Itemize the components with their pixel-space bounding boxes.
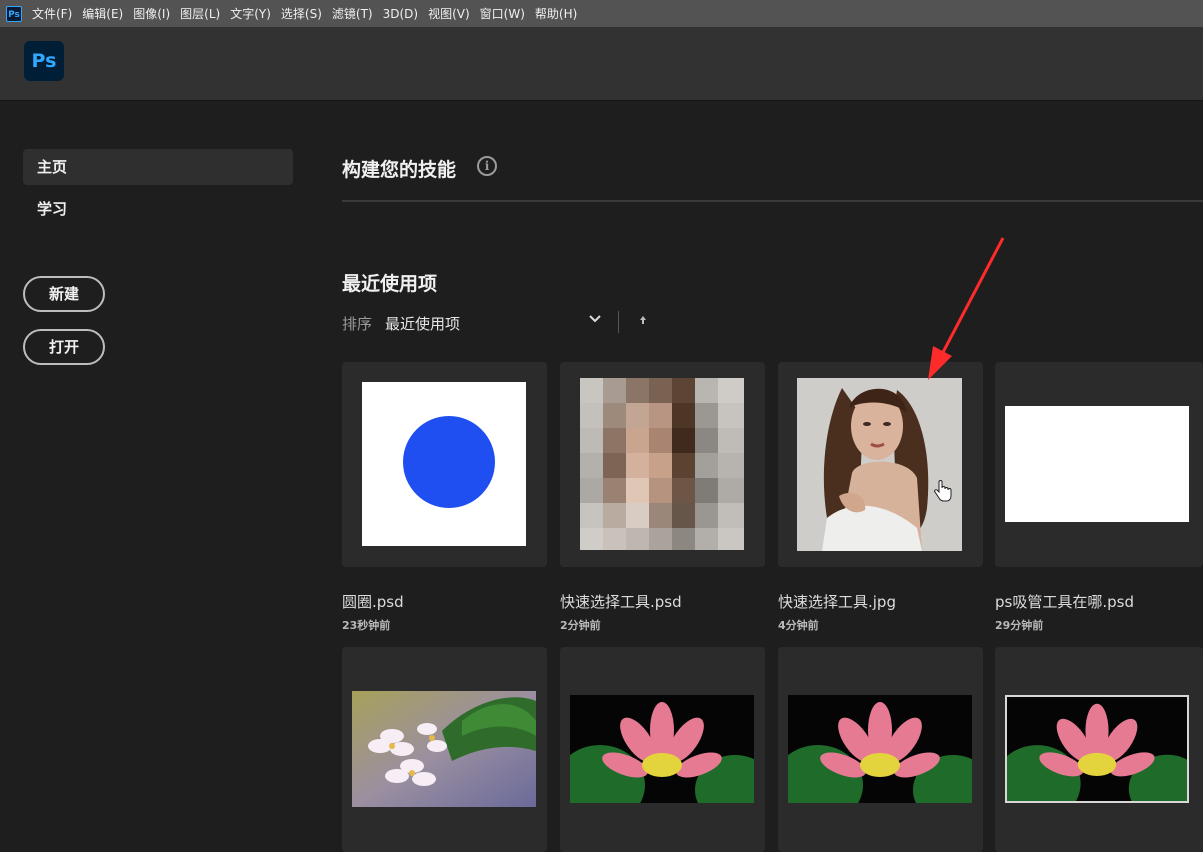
file-thumbnail	[788, 695, 972, 803]
menu-filter[interactable]: 滤镜(T)	[332, 5, 373, 22]
menu-layer[interactable]: 图层(L)	[180, 5, 220, 22]
recent-file-card[interactable]	[342, 362, 547, 567]
sort-separator	[618, 311, 619, 333]
menu-select[interactable]: 选择(S)	[281, 5, 322, 22]
app-header: Ps	[0, 27, 1203, 101]
sidebar-item-home[interactable]: 主页	[23, 149, 293, 185]
file-thumbnail	[362, 382, 526, 546]
photoshop-logo: Ps	[24, 41, 64, 81]
file-thumbnail	[352, 691, 536, 807]
file-thumbnail	[570, 695, 754, 803]
menu-help[interactable]: 帮助(H)	[535, 5, 577, 22]
file-thumbnail	[797, 378, 962, 551]
file-name[interactable]: 圆圈.psd	[342, 591, 404, 612]
file-time: 2分钟前	[560, 619, 601, 632]
file-time: 23秒钟前	[342, 619, 391, 632]
sort-direction-arrow-up-icon[interactable]	[636, 313, 650, 327]
file-thumbnail	[1005, 406, 1189, 522]
sidebar-item-learn[interactable]: 学习	[23, 191, 293, 227]
info-icon[interactable]: i	[477, 156, 497, 176]
chevron-down-icon[interactable]	[586, 310, 604, 328]
file-thumbnail	[1005, 695, 1189, 803]
section-divider	[342, 200, 1203, 202]
recent-file-card[interactable]	[560, 647, 765, 852]
recent-title: 最近使用项	[342, 273, 438, 295]
sort-dropdown[interactable]: 最近使用项	[385, 313, 460, 334]
menu-3d[interactable]: 3D(D)	[383, 7, 418, 21]
recent-file-card[interactable]	[778, 362, 983, 567]
file-thumbnail	[580, 378, 744, 550]
photoshop-app-icon[interactable]: Ps	[6, 5, 22, 22]
skills-title: 构建您的技能	[342, 159, 457, 181]
menu-window[interactable]: 窗口(W)	[480, 5, 525, 22]
recent-file-card[interactable]	[995, 362, 1203, 567]
recent-file-card[interactable]	[560, 362, 765, 567]
file-time: 4分钟前	[778, 619, 819, 632]
menu-view[interactable]: 视图(V)	[428, 5, 470, 22]
recent-file-card[interactable]	[778, 647, 983, 852]
menu-bar: Ps 文件(F) 编辑(E) 图像(I) 图层(L) 文字(Y) 选择(S) 滤…	[0, 0, 1203, 27]
recent-file-card[interactable]	[995, 647, 1203, 852]
new-button[interactable]: 新建	[23, 276, 105, 312]
file-name[interactable]: 快速选择工具.jpg	[778, 591, 896, 612]
menu-image[interactable]: 图像(I)	[133, 5, 170, 22]
menu-type[interactable]: 文字(Y)	[230, 5, 271, 22]
hand-cursor-icon	[934, 480, 952, 502]
file-name[interactable]: 快速选择工具.psd	[560, 591, 682, 612]
sort-label: 排序	[342, 315, 373, 333]
menu-edit[interactable]: 编辑(E)	[82, 5, 123, 22]
file-time: 29分钟前	[995, 619, 1044, 632]
recent-file-card[interactable]	[342, 647, 547, 852]
open-button[interactable]: 打开	[23, 329, 105, 365]
file-name[interactable]: ps吸管工具在哪.psd	[995, 591, 1134, 612]
menu-file[interactable]: 文件(F)	[32, 5, 72, 22]
